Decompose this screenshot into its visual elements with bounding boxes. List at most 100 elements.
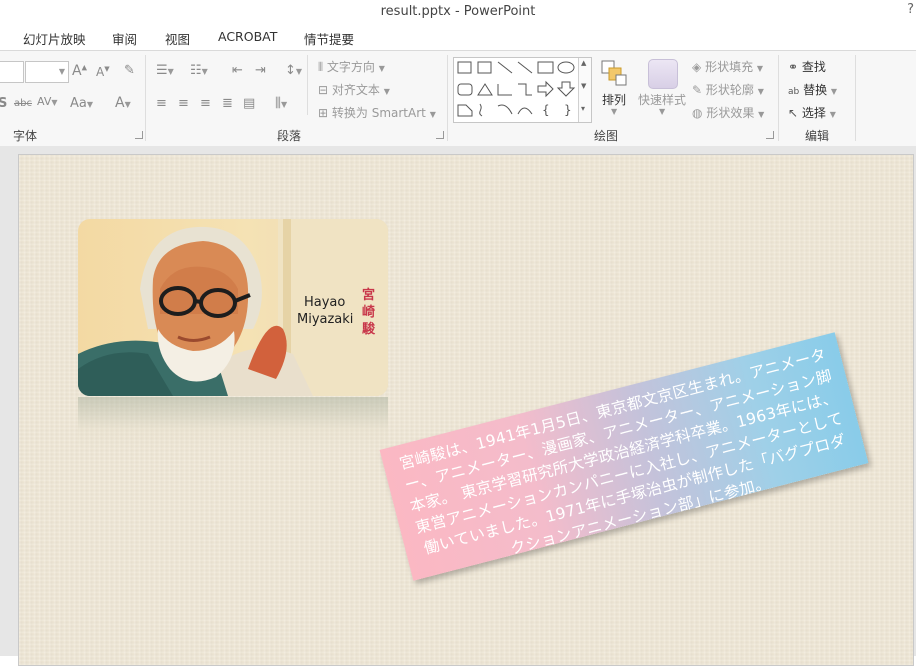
left-brace-icon: { xyxy=(542,103,550,117)
elbow-connector-icon xyxy=(497,84,512,96)
chevron-down-icon: ▼ xyxy=(58,67,65,76)
replace-icon: ab xyxy=(788,87,800,97)
tab-slideshow[interactable]: 幻灯片放映 xyxy=(23,29,86,48)
align-right-icon[interactable]: ≡ xyxy=(200,96,211,111)
convert-smartart-button[interactable]: ⊞ 转换为 SmartArt ▼ xyxy=(318,104,436,121)
gallery-down-icon[interactable]: ▼ xyxy=(581,82,586,90)
select-button[interactable]: ↖ 选择 ▼ xyxy=(788,104,836,121)
quick-styles-icon xyxy=(648,59,678,89)
tab-storyboard[interactable]: 情节提要 xyxy=(304,29,354,48)
arc-icon xyxy=(497,104,513,115)
shadow-icon[interactable]: S xyxy=(0,96,7,111)
text-direction-button[interactable]: ⫴ 文字方向 ▼ xyxy=(318,58,385,75)
group-separator xyxy=(307,55,308,115)
portrait-image[interactable]: Hayao Miyazaki 宮 崎 駿 xyxy=(78,219,388,396)
gallery-more-icon[interactable]: ▾ xyxy=(581,104,585,113)
replace-button[interactable]: ab 替换 ▼ xyxy=(788,81,837,98)
group-separator xyxy=(447,55,448,141)
right-arrow-icon xyxy=(537,80,554,98)
char-spacing-icon[interactable]: AV▼ xyxy=(37,95,58,108)
gallery-up-icon[interactable]: ▲ xyxy=(581,59,586,67)
ribbon-tabs: 幻灯片放映 审阅 视图 ACROBAT 情节提要 xyxy=(0,24,916,50)
increase-indent-icon[interactable]: ⇥ xyxy=(255,63,266,78)
chevron-down-icon: ▼ xyxy=(611,107,618,116)
down-arrow-icon xyxy=(556,81,576,97)
text-direction-icon: ⫴ xyxy=(318,60,324,74)
vertical-textbox-icon xyxy=(477,61,492,74)
shrink-font-icon[interactable]: A▼ xyxy=(96,65,110,79)
find-button[interactable]: ⚭ 查找 xyxy=(788,58,826,75)
align-left-icon[interactable]: ≡ xyxy=(156,96,167,111)
align-text-button[interactable]: ⊟ 对齐文本 ▼ xyxy=(318,81,390,98)
right-brace-icon: } xyxy=(564,103,572,117)
pentagon-icon xyxy=(457,104,473,117)
curve-icon xyxy=(479,103,483,117)
shape-outline-button[interactable]: ✎ 形状轮廓 ▼ xyxy=(692,81,764,98)
group-label-font: 字体 xyxy=(13,129,38,143)
shapes-gallery-icons: { } xyxy=(457,61,576,117)
font-dialog-launcher-icon[interactable] xyxy=(135,131,143,139)
tab-view[interactable]: 视图 xyxy=(165,29,190,48)
arrow-line-icon xyxy=(517,61,533,74)
shapes-gallery[interactable]: { } ▲ ▼ ▾ xyxy=(453,57,592,123)
paragraph-dialog-launcher-icon[interactable] xyxy=(436,131,444,139)
decrease-indent-icon[interactable]: ⇤ xyxy=(232,63,243,78)
binoculars-icon: ⚭ xyxy=(788,60,799,74)
justify-icon[interactable]: ≣ xyxy=(222,96,233,111)
title-bar: result.pptx - PowerPoint ? xyxy=(0,0,916,24)
help-icon[interactable]: ? xyxy=(907,2,914,17)
effects-icon: ◍ xyxy=(692,106,703,120)
freeform-arc-icon xyxy=(517,107,533,115)
smartart-icon: ⊞ xyxy=(318,106,329,120)
change-case-icon[interactable]: Aa▼ xyxy=(70,96,93,111)
group-separator xyxy=(778,55,779,141)
line-spacing-icon[interactable]: ↕▼ xyxy=(285,63,302,78)
portrait-reflection xyxy=(78,397,388,452)
align-text-icon: ⊟ xyxy=(318,83,329,97)
name-jp-char3: 駿 xyxy=(362,321,376,337)
tab-acrobat[interactable]: ACROBAT xyxy=(218,29,277,44)
clear-format-icon[interactable]: ✎ xyxy=(124,63,135,78)
font-color-icon[interactable]: A▼ xyxy=(115,95,131,111)
arrange-icon xyxy=(601,60,627,86)
arrange-button[interactable]: 排列 ▼ xyxy=(598,57,630,121)
chevron-down-icon: ▼ xyxy=(659,107,666,116)
paint-bucket-icon: ◈ xyxy=(692,60,702,74)
group-separator xyxy=(855,55,856,141)
shape-effects-button[interactable]: ◍ 形状效果 ▼ xyxy=(692,104,764,121)
pencil-icon: ✎ xyxy=(692,83,703,97)
gallery-scrollbar[interactable]: ▲ ▼ ▾ xyxy=(578,58,591,122)
name-en-line1: Hayao xyxy=(304,295,345,310)
elbow-arrow-icon xyxy=(518,83,532,96)
group-separator xyxy=(145,55,146,141)
triangle-icon xyxy=(477,83,493,96)
shape-fill-button[interactable]: ◈ 形状填充 ▼ xyxy=(692,58,763,75)
group-label-paragraph: 段落 xyxy=(277,129,302,143)
drawing-dialog-launcher-icon[interactable] xyxy=(766,131,774,139)
name-jp-char1: 宮 xyxy=(362,287,375,303)
bullets-icon[interactable]: ☰▼ xyxy=(156,63,174,78)
window-title: result.pptx - PowerPoint xyxy=(380,4,536,19)
tab-review[interactable]: 审阅 xyxy=(112,29,137,48)
font-size-select[interactable]: ▼ xyxy=(25,61,69,83)
font-name-select[interactable] xyxy=(0,61,24,83)
quick-styles-button[interactable]: 快速样式 ▼ xyxy=(636,57,688,121)
line-icon xyxy=(497,61,513,74)
oval-icon xyxy=(557,61,575,74)
numbering-icon[interactable]: ☷▼ xyxy=(190,63,208,78)
name-jp-char2: 崎 xyxy=(362,304,375,320)
group-label-drawing: 绘图 xyxy=(594,129,619,143)
rounded-rect-icon xyxy=(457,83,473,96)
name-en-line2: Miyazaki xyxy=(297,312,353,327)
rectangle-icon xyxy=(537,61,554,74)
ribbon: ▼ A▲ A▼ ✎ S abc AV▼ Aa▼ A▼ 字体 ☰▼ ☷▼ ⇤ ⇥ … xyxy=(0,50,916,147)
strikethrough-icon[interactable]: abc xyxy=(14,98,32,109)
grow-font-icon[interactable]: A▲ xyxy=(72,63,87,79)
align-center-icon[interactable]: ≡ xyxy=(178,96,189,111)
portrait-illustration: Hayao Miyazaki 宮 崎 駿 xyxy=(78,219,388,396)
cursor-icon: ↖ xyxy=(788,106,799,120)
group-label-editing: 编辑 xyxy=(805,129,830,143)
textbox-icon xyxy=(457,61,472,74)
distributed-icon[interactable]: ▤ xyxy=(243,96,255,111)
columns-icon[interactable]: ⫼▼ xyxy=(275,96,287,111)
